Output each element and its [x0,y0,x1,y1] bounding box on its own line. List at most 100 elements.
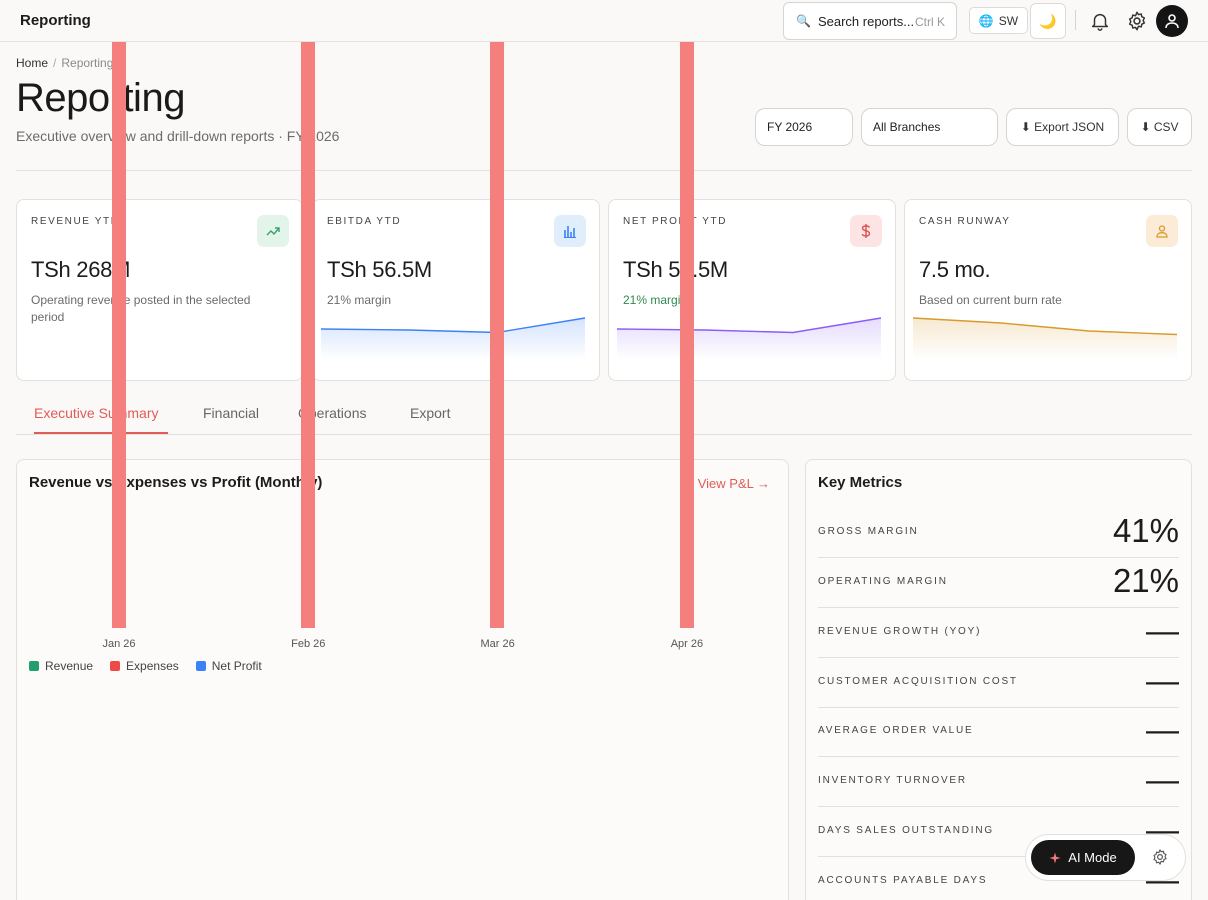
sparkline-area [913,318,1177,360]
chart-canvas: Jan 26 Feb 26 Mar 26 Apr 26 [102,638,703,650]
tab-executive-summary[interactable]: Executive Summary [34,405,158,421]
export-json-button[interactable]: ⬇ Export JSON [1006,108,1119,146]
person-icon [1146,215,1178,247]
kpi-card-revenue[interactable]: Revenue YTD TSh 268M Operating revenue p… [16,199,303,381]
legend-swatch [29,661,39,671]
app-title: Reporting [20,12,91,29]
kpi-card-cash-runway[interactable]: Cash Runway 7.5 mo. Based on current bur… [904,199,1192,381]
theme-toggle[interactable]: 🌙 [1030,3,1066,39]
kpi-sparkline [617,317,882,360]
legend-label: Net Profit [211,659,262,673]
metric-row: Inventory Turnover — [818,757,1179,807]
avatar[interactable] [1156,5,1188,37]
user-icon [1165,14,1179,29]
bell-icon[interactable] [1089,10,1111,32]
kpi-label: Revenue YTD [31,216,120,227]
kpi-value: TSh 56.5M [623,257,728,282]
kpi-subtext: Based on current burn rate [919,293,1062,307]
highlight-bar [490,42,504,628]
search-shortcut: Ctrl K [915,15,945,29]
metric-value: — [1146,761,1179,798]
page-subtitle: Executive overview and drill-down report… [16,128,340,144]
legend-label: Expenses [126,659,179,673]
kpi-value: TSh 56.5M [327,257,432,282]
kpi-label: EBITDA YTD [327,216,402,227]
highlight-bar [112,42,126,628]
legend-item-net-profit[interactable]: Net Profit [195,659,262,673]
breadcrumb: Home / Reporting [16,56,113,70]
search-button[interactable]: 🔍 Search reports... Ctrl K [783,2,957,40]
breadcrumb-home[interactable]: Home [16,56,48,70]
page-title: Reporting [16,76,185,120]
ai-mode-button[interactable]: AI Mode [1031,840,1135,875]
chart-panel: Revenue vs Expenses vs Profit (Monthly) … [16,459,789,900]
branch-select[interactable]: All Branches [861,108,998,146]
metric-value: 41% [1112,512,1179,549]
metric-label: Customer Acquisition Cost [818,676,1018,687]
trend-up-icon [257,215,289,247]
report-tabs: Executive Summary Financial Operations E… [16,400,1192,435]
globe-icon: 🌐 [978,13,994,28]
tab-export[interactable]: Export [410,405,450,421]
export-csv-button[interactable]: ⬇ CSV [1127,108,1192,146]
search-placeholder: Search reports... [817,13,915,29]
metric-value: — [1146,711,1179,748]
moon-icon: 🌙 [1039,12,1057,29]
ai-mode-label: AI Mode [1068,850,1117,865]
metric-row: Customer Acquisition Cost — [818,658,1179,708]
language-label: SW [998,13,1019,28]
highlight-bar [301,42,315,628]
search-icon: 🔍 [796,14,811,28]
legend-label: Revenue [45,659,94,673]
metric-label: Revenue Growth (YoY) [818,626,982,637]
kpi-card-ebitda[interactable]: EBITDA YTD TSh 56.5M 21% margin [312,199,600,381]
metric-row: Operating Margin 21% [818,558,1179,608]
year-select[interactable]: FY 2026 [755,108,853,146]
metric-row: Gross Margin 41% [818,508,1179,558]
top-bar: Reporting 🔍 Search reports... Ctrl K 🌐 S… [0,0,1208,42]
sparkle-icon [1049,852,1061,863]
kpi-card-net-profit[interactable]: Net Profit YTD TSh 56.5M 21% margin [608,199,896,381]
active-tab-indicator [34,432,168,434]
metric-value: — [1146,612,1179,649]
kpi-subtext: 21% margin [623,293,688,307]
gear-icon[interactable] [1126,10,1148,32]
ai-dock: AI Mode [1025,834,1186,881]
x-tick-label: Feb 26 [291,638,325,650]
metric-label: Accounts Payable Days [818,875,988,886]
kpi-value: 7.5 mo. [919,257,991,282]
kpi-subtext: 21% margin [327,293,392,307]
legend-item-revenue[interactable]: Revenue [29,659,93,673]
legend-swatch [195,661,206,671]
kpi-label: Net Profit YTD [623,216,728,227]
tab-financial[interactable]: Financial [203,405,259,421]
metric-label: Average Order Value [818,725,974,736]
x-tick-label: Mar 26 [480,638,514,650]
metric-label: Operating Margin [818,576,948,587]
dollar-icon [850,215,882,247]
metric-row: Average Order Value — [818,707,1179,757]
x-tick-label: Apr 26 [671,638,703,650]
legend-item-expenses[interactable]: Expenses [110,659,179,673]
metrics-title: Key Metrics [818,474,903,491]
kpi-label: Cash Runway [919,216,1011,227]
metric-value: — [1146,662,1179,699]
metric-value: 21% [1112,562,1179,599]
highlight-bar [680,42,694,628]
metric-label: Gross Margin [818,526,919,537]
kpi-subtext: Operating revenue posted in the selected… [31,293,251,324]
bar-chart-icon [554,215,586,247]
kpi-sparkline [913,317,1178,360]
header-divider [16,170,1192,171]
ai-settings-icon[interactable] [1151,848,1169,866]
chart-legend: Revenue Expenses Net Profit [29,659,262,673]
metric-label: Inventory Turnover [818,775,967,786]
metric-label: Days Sales Outstanding [818,825,994,836]
language-button[interactable]: 🌐 SW [969,7,1028,34]
metric-row: Revenue Growth (YoY) — [818,608,1179,658]
legend-swatch [110,661,121,671]
breadcrumb-separator: / [53,56,57,70]
toolbar-divider [1075,10,1076,30]
breadcrumb-current: Reporting [61,56,114,70]
x-tick-label: Jan 26 [102,638,135,650]
